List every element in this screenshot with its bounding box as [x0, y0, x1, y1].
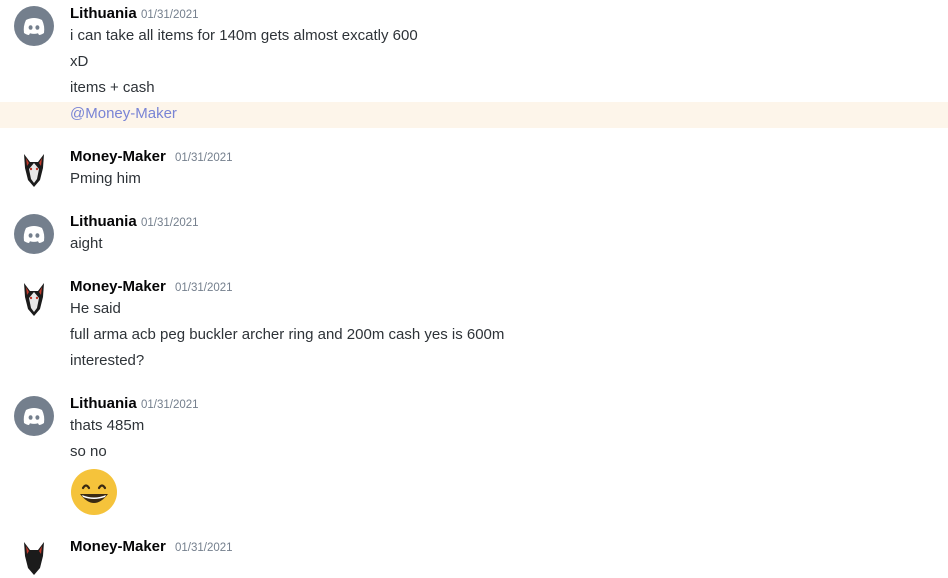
message-text: interested?: [70, 352, 145, 369]
wolf-icon: [24, 542, 44, 575]
message-text: i can take all items for 140m gets almos…: [70, 27, 418, 44]
username[interactable]: Lithuania: [70, 213, 137, 230]
user-mention[interactable]: @Money-Maker: [70, 105, 177, 122]
timestamp: 01/31/2021: [175, 542, 233, 554]
discord-logo-icon: [23, 18, 45, 35]
wolf-icon: [24, 154, 44, 187]
message-text: aight: [70, 235, 103, 252]
wolf-icon: [24, 283, 44, 316]
timestamp: 01/31/2021: [141, 399, 199, 411]
message-text: full arma acb peg buckler archer ring an…: [70, 326, 505, 343]
discord-logo-icon: [23, 408, 45, 425]
username[interactable]: Lithuania: [70, 395, 137, 412]
username[interactable]: Money-Maker: [70, 148, 166, 165]
timestamp: 01/31/2021: [175, 152, 233, 164]
message-text: Pming him: [70, 170, 141, 187]
message-text: so no: [70, 443, 107, 460]
avatar[interactable]: [14, 279, 54, 319]
avatar[interactable]: [14, 396, 54, 436]
username[interactable]: Money-Maker: [70, 538, 166, 555]
grinning-smile-emoji-icon: [71, 469, 117, 515]
timestamp: 01/31/2021: [141, 217, 199, 229]
username[interactable]: Lithuania: [70, 5, 137, 22]
avatar[interactable]: [14, 6, 54, 46]
discord-logo-icon: [23, 226, 45, 243]
avatar[interactable]: [14, 538, 54, 578]
message-text: He said: [70, 300, 121, 317]
message-text: items + cash: [70, 79, 155, 96]
avatar[interactable]: [14, 214, 54, 254]
message-text: xD: [70, 53, 89, 70]
username[interactable]: Money-Maker: [70, 278, 166, 295]
timestamp: 01/31/2021: [175, 282, 233, 294]
avatar[interactable]: [14, 150, 54, 190]
timestamp: 01/31/2021: [141, 9, 199, 21]
message-text: thats 485m: [70, 417, 145, 434]
